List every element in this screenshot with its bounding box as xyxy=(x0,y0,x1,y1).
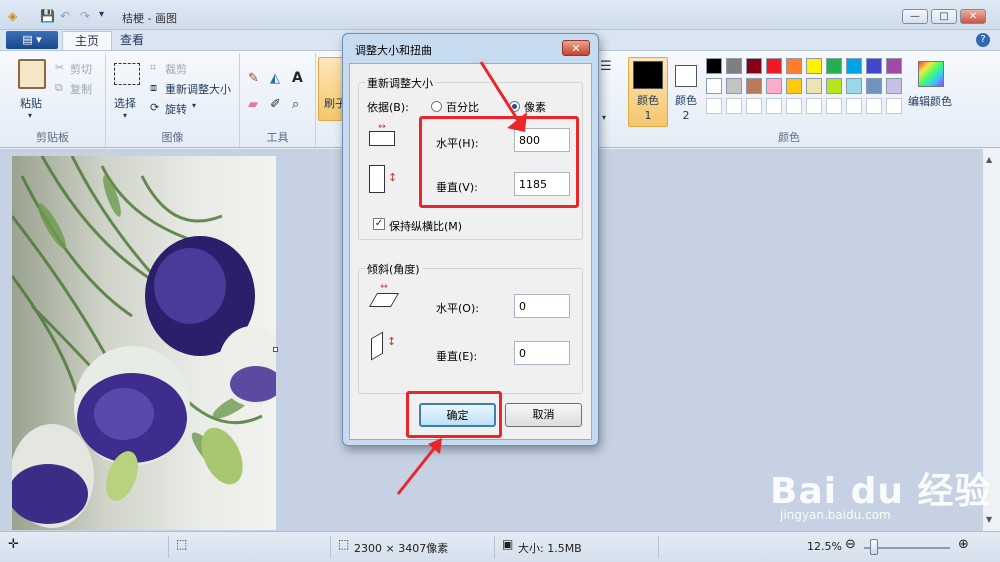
arrow-to-size-fields xyxy=(479,61,521,123)
arrow-head-size xyxy=(507,112,527,132)
watermark-url: jingyan.baidu.com xyxy=(780,508,891,522)
arrow-to-ok-button xyxy=(396,445,438,495)
baidu-jingyan-watermark: Bai du 经验 xyxy=(770,471,992,512)
